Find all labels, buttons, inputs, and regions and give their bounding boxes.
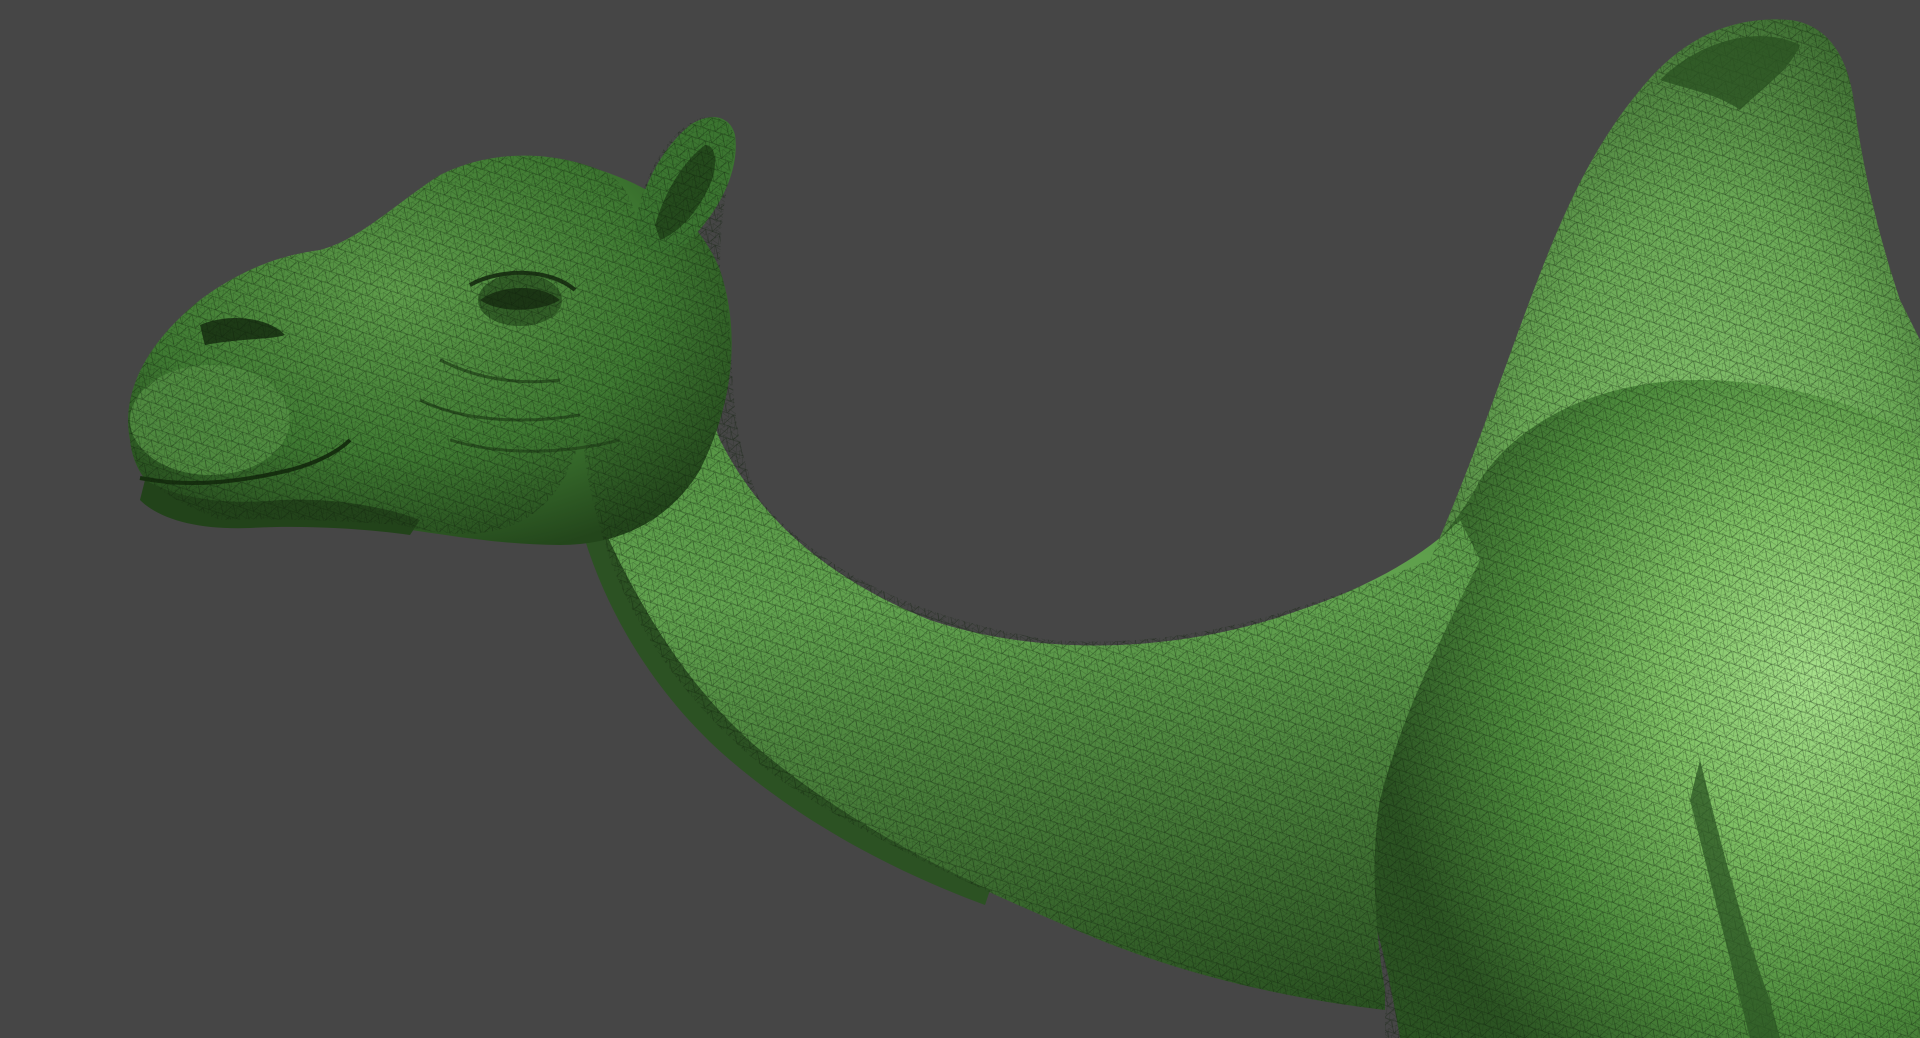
- 3d-viewport[interactable]: [0, 0, 1920, 1038]
- camel-mesh-render: [128, 19, 1920, 1038]
- camel-model: [128, 19, 1920, 1038]
